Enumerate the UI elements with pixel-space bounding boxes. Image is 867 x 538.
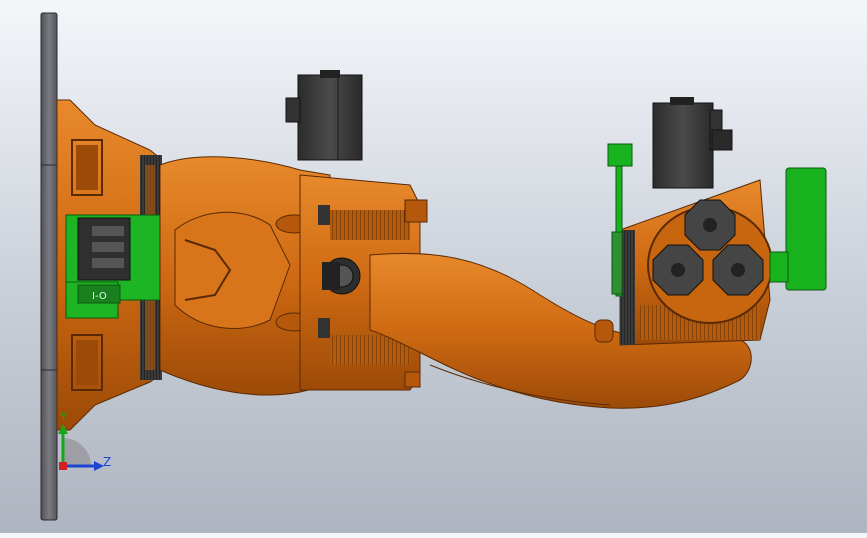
axis2-motor[interactable]	[285, 70, 363, 161]
axis4-motor[interactable]	[652, 97, 733, 189]
robot-model-render[interactable]: I-O	[0, 0, 867, 533]
coordinate-triad	[58, 424, 104, 471]
connector-label: I-O	[92, 291, 107, 302]
z-axis-label: Z	[103, 455, 112, 469]
y-axis-label: Y	[60, 410, 68, 424]
base-plate[interactable]	[40, 12, 58, 521]
3d-viewport[interactable]: I-O Y Z	[0, 0, 867, 533]
tool-flange[interactable]	[769, 167, 827, 291]
